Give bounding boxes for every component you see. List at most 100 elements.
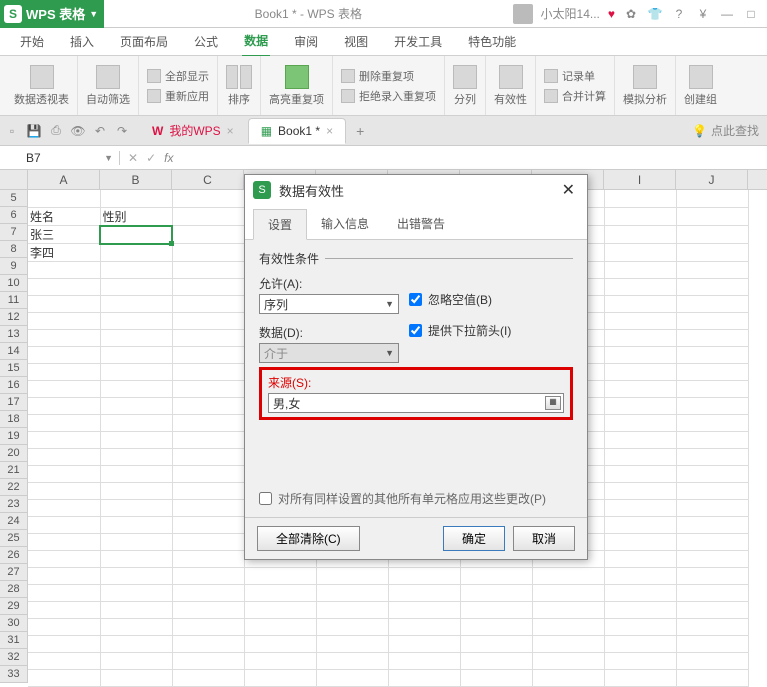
remove-dup-button[interactable]: 删除重复项 <box>341 66 414 86</box>
cell-C29[interactable] <box>172 602 244 619</box>
cell-B14[interactable] <box>100 347 172 364</box>
cell-G28[interactable] <box>460 585 532 602</box>
cell-C13[interactable] <box>172 330 244 347</box>
cell-F29[interactable] <box>388 602 460 619</box>
cell-B13[interactable] <box>100 330 172 347</box>
cell-C23[interactable] <box>172 500 244 517</box>
cell-J7[interactable] <box>676 226 748 244</box>
cell-A6[interactable]: 姓名 <box>28 207 100 226</box>
row-header-8[interactable]: 8 <box>0 241 28 258</box>
cell-J5[interactable] <box>676 190 748 207</box>
cell-J29[interactable] <box>676 602 748 619</box>
cell-A11[interactable] <box>28 296 100 313</box>
cell-A26[interactable] <box>28 551 100 568</box>
cell-I20[interactable] <box>604 449 676 466</box>
cell-C11[interactable] <box>172 296 244 313</box>
tab-settings[interactable]: 设置 <box>253 209 307 240</box>
cell-H28[interactable] <box>532 585 604 602</box>
cell-J27[interactable] <box>676 568 748 585</box>
row-header-25[interactable]: 25 <box>0 530 28 547</box>
cell-A21[interactable] <box>28 466 100 483</box>
skin-icon[interactable]: ✿ <box>623 6 639 22</box>
cell-B24[interactable] <box>100 517 172 534</box>
cell-B12[interactable] <box>100 313 172 330</box>
ok-button[interactable]: 确定 <box>443 526 505 551</box>
add-tab-button[interactable]: + <box>348 123 372 139</box>
cell-C22[interactable] <box>172 483 244 500</box>
app-menu-button[interactable]: S WPS 表格 ▼ <box>0 0 104 28</box>
new-icon[interactable]: ▫ <box>4 123 20 139</box>
row-header-5[interactable]: 5 <box>0 190 28 207</box>
tab-layout[interactable]: 页面布局 <box>118 27 170 56</box>
cell-B5[interactable] <box>100 190 172 207</box>
record-form-button[interactable]: 记录单 <box>544 66 595 86</box>
dropdown-checkbox[interactable]: 提供下拉箭头(I) <box>409 322 511 339</box>
row-header-11[interactable]: 11 <box>0 292 28 309</box>
print-icon[interactable]: ⎙ <box>48 123 64 139</box>
cell-I23[interactable] <box>604 500 676 517</box>
cell-J14[interactable] <box>676 347 748 364</box>
pivot-button[interactable]: 数据透视表 <box>6 56 78 115</box>
row-header-28[interactable]: 28 <box>0 581 28 598</box>
cell-D33[interactable] <box>244 670 316 687</box>
save-icon[interactable]: 💾 <box>26 123 42 139</box>
reapply-button[interactable]: 重新应用 <box>147 86 209 106</box>
cell-A23[interactable] <box>28 500 100 517</box>
tab-input-msg[interactable]: 输入信息 <box>307 209 383 239</box>
bill-icon[interactable]: ¥ <box>695 6 711 22</box>
row-header-20[interactable]: 20 <box>0 445 28 462</box>
cell-J31[interactable] <box>676 636 748 653</box>
cell-B11[interactable] <box>100 296 172 313</box>
cell-D32[interactable] <box>244 653 316 670</box>
apply-all-input[interactable] <box>259 492 272 505</box>
col-header-B[interactable]: B <box>100 170 172 189</box>
row-header-15[interactable]: 15 <box>0 360 28 377</box>
cell-I32[interactable] <box>604 653 676 670</box>
cell-C18[interactable] <box>172 415 244 432</box>
cell-C32[interactable] <box>172 653 244 670</box>
cell-E28[interactable] <box>316 585 388 602</box>
dialog-titlebar[interactable]: S 数据有效性 ✕ <box>245 175 587 205</box>
cell-I33[interactable] <box>604 670 676 687</box>
cell-I5[interactable] <box>604 190 676 207</box>
cell-J15[interactable] <box>676 364 748 381</box>
undo-icon[interactable]: ↶ <box>92 123 108 139</box>
cell-F27[interactable] <box>388 568 460 585</box>
cell-D29[interactable] <box>244 602 316 619</box>
cell-I18[interactable] <box>604 415 676 432</box>
cell-E32[interactable] <box>316 653 388 670</box>
cell-F31[interactable] <box>388 636 460 653</box>
text-to-columns-button[interactable]: 分列 <box>445 56 486 115</box>
cell-I14[interactable] <box>604 347 676 364</box>
cancel-button[interactable]: 取消 <box>513 526 575 551</box>
cell-F28[interactable] <box>388 585 460 602</box>
cell-A5[interactable] <box>28 190 100 207</box>
range-picker-icon[interactable]: ▦ <box>545 396 561 410</box>
row-header-19[interactable]: 19 <box>0 428 28 445</box>
cell-B23[interactable] <box>100 500 172 517</box>
cell-C26[interactable] <box>172 551 244 568</box>
cell-J21[interactable] <box>676 466 748 483</box>
close-button[interactable]: ✕ <box>558 180 579 200</box>
whatif-button[interactable]: 模拟分析 <box>615 56 676 115</box>
allow-select[interactable]: 序列 ▼ <box>259 294 399 314</box>
cell-C14[interactable] <box>172 347 244 364</box>
cell-B7[interactable] <box>100 226 172 244</box>
cell-C17[interactable] <box>172 398 244 415</box>
cell-J22[interactable] <box>676 483 748 500</box>
cell-C6[interactable] <box>172 207 244 226</box>
cell-I12[interactable] <box>604 313 676 330</box>
ignore-blank-input[interactable] <box>409 293 422 306</box>
row-header-23[interactable]: 23 <box>0 496 28 513</box>
cell-A16[interactable] <box>28 381 100 398</box>
source-input[interactable]: 男,女 ▦ <box>268 393 564 413</box>
tab-start[interactable]: 开始 <box>18 27 46 56</box>
cell-A18[interactable] <box>28 415 100 432</box>
row-header-22[interactable]: 22 <box>0 479 28 496</box>
cell-B10[interactable] <box>100 279 172 296</box>
cell-I15[interactable] <box>604 364 676 381</box>
row-header-18[interactable]: 18 <box>0 411 28 428</box>
row-header-7[interactable]: 7 <box>0 224 28 241</box>
maximize-icon[interactable]: □ <box>743 6 759 22</box>
row-header-27[interactable]: 27 <box>0 564 28 581</box>
